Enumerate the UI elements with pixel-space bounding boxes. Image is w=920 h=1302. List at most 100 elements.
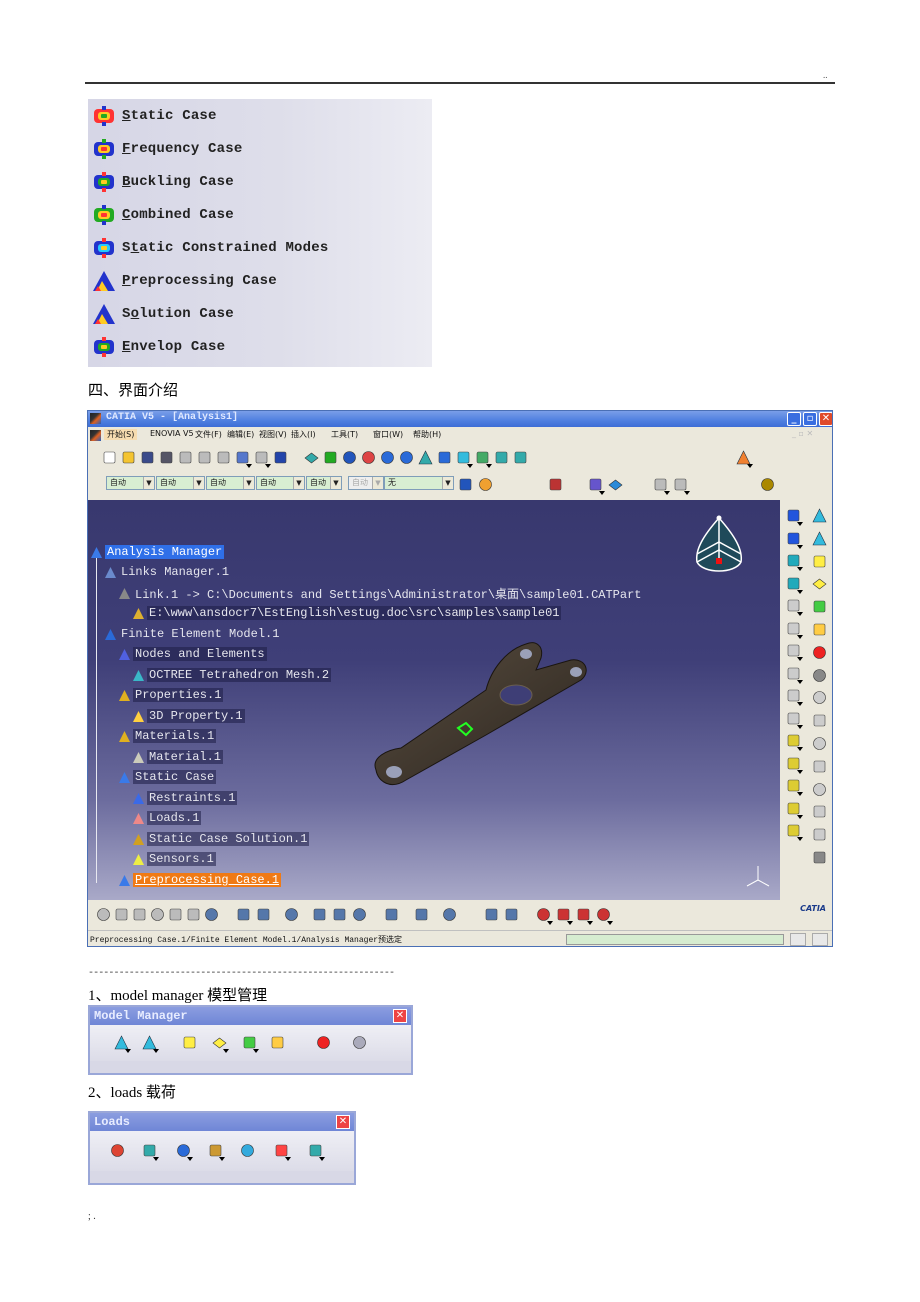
distance-icon[interactable] xyxy=(484,907,499,922)
swap-visible-icon[interactable] xyxy=(513,450,528,465)
enforced-displacement-icon[interactable] xyxy=(240,1143,255,1158)
chevron-down-icon[interactable]: ▼ xyxy=(143,477,154,489)
undo-icon[interactable] xyxy=(235,450,250,465)
dropdown-arrow-icon[interactable] xyxy=(219,1157,225,1161)
von-mises-icon[interactable] xyxy=(132,907,147,922)
fly-mode-icon[interactable] xyxy=(304,450,319,465)
dropdown-arrow-icon[interactable] xyxy=(285,1157,291,1161)
3d-property-icon[interactable] xyxy=(812,554,827,569)
dropdown-arrow-icon[interactable] xyxy=(265,464,271,468)
dropdown-arrow-icon[interactable] xyxy=(587,921,593,925)
temperature-field-icon[interactable] xyxy=(274,1143,289,1158)
command-input-field[interactable] xyxy=(566,934,784,945)
settings-icon[interactable] xyxy=(760,477,775,492)
info-icon[interactable] xyxy=(352,907,367,922)
calculator-icon[interactable] xyxy=(812,850,827,865)
compass-icon[interactable] xyxy=(691,514,747,576)
dropdown-arrow-icon[interactable] xyxy=(467,464,473,468)
chevron-down-icon[interactable]: ▼ xyxy=(372,477,383,489)
compute-icon[interactable] xyxy=(608,477,623,492)
tree-node[interactable]: Loads.1 xyxy=(132,809,202,827)
cut-icon[interactable] xyxy=(178,450,193,465)
case-menu-item[interactable]: Frequency Case xyxy=(90,132,242,165)
chevron-down-icon[interactable]: ▼ xyxy=(442,477,453,489)
deformation-icon[interactable] xyxy=(114,907,129,922)
tree-node[interactable]: E:\www\ansdocr7\EstEnglish\estug.doc\src… xyxy=(132,604,562,622)
line-force-icon[interactable] xyxy=(208,1143,223,1158)
dropdown-arrow-icon[interactable] xyxy=(797,522,803,526)
basic-analysis-icon[interactable] xyxy=(332,907,347,922)
moment-icon[interactable] xyxy=(176,1143,191,1158)
sensor-2-icon[interactable] xyxy=(673,477,688,492)
tree-node[interactable]: Static Case Solution.1 xyxy=(132,830,310,848)
3d-viewport[interactable]: Analysis Manager Links Manager.1 Link.1 ->… xyxy=(88,500,780,900)
normal-view-icon[interactable] xyxy=(418,450,433,465)
principal-stress-icon[interactable] xyxy=(168,907,183,922)
dropdown-arrow-icon[interactable] xyxy=(187,1157,193,1161)
multi-view-icon[interactable] xyxy=(437,450,452,465)
dropdown-arrow-icon[interactable] xyxy=(797,702,803,706)
animate-icon[interactable] xyxy=(204,907,219,922)
whats-this-icon[interactable] xyxy=(273,450,288,465)
apply-material-icon[interactable] xyxy=(536,907,551,922)
close-toolbar-button[interactable]: ✕ xyxy=(336,1115,350,1129)
bearing-icon[interactable] xyxy=(812,759,827,774)
connection-icon[interactable] xyxy=(786,643,801,658)
report-icon[interactable] xyxy=(284,907,299,922)
dropdown-arrow-icon[interactable] xyxy=(684,491,690,495)
mesh-part-icon[interactable] xyxy=(786,598,801,613)
tree-node[interactable]: Sensors.1 xyxy=(132,850,216,868)
close-toolbar-button[interactable]: ✕ xyxy=(393,1009,407,1023)
dropdown-arrow-icon[interactable] xyxy=(253,1049,259,1053)
color-apply-icon[interactable] xyxy=(478,477,493,492)
dropdown-arrow-icon[interactable] xyxy=(607,921,613,925)
dropdown-arrow-icon[interactable] xyxy=(797,769,803,774)
dropdown-arrow-icon[interactable] xyxy=(797,544,803,549)
catalog-icon[interactable] xyxy=(548,477,563,492)
tree-node[interactable]: Nodes and Elements xyxy=(118,645,267,663)
chevron-down-icon[interactable]: ▼ xyxy=(293,477,304,489)
dropdown-arrow-icon[interactable] xyxy=(567,921,573,925)
tree-node[interactable]: Restraints.1 xyxy=(132,789,238,807)
dropdown-arrow-icon[interactable] xyxy=(599,491,605,495)
case-menu-item[interactable]: Envelop Case xyxy=(90,330,225,363)
clamp-icon[interactable] xyxy=(786,733,801,748)
dropdown-arrow-icon[interactable] xyxy=(797,567,803,571)
dropdown-arrow-icon[interactable] xyxy=(153,1157,159,1161)
beam-property-icon[interactable] xyxy=(812,599,827,614)
translational-icon[interactable] xyxy=(150,907,165,922)
zoom-in-icon[interactable] xyxy=(380,450,395,465)
tree-node[interactable]: Static Case xyxy=(118,768,217,786)
dropdown-arrow-icon[interactable] xyxy=(486,464,492,468)
property-combo[interactable]: 自动 ▼ xyxy=(156,476,205,490)
dropdown-arrow-icon[interactable] xyxy=(797,792,803,796)
dropdown-arrow-icon[interactable] xyxy=(797,814,803,819)
dropdown-arrow-icon[interactable] xyxy=(547,921,553,925)
rotate-icon[interactable] xyxy=(361,450,376,465)
inertia-icon[interactable] xyxy=(576,907,591,922)
dropdown-arrow-icon[interactable] xyxy=(747,464,753,468)
dropdown-arrow-icon[interactable] xyxy=(223,1049,229,1053)
image-layout-icon[interactable] xyxy=(414,907,429,922)
hide-show-icon[interactable] xyxy=(494,450,509,465)
part-model[interactable] xyxy=(366,630,596,800)
dropdown-arrow-icon[interactable] xyxy=(664,491,670,495)
sensor-report-icon[interactable] xyxy=(312,907,327,922)
fit-all-icon[interactable] xyxy=(323,450,338,465)
tree-node[interactable]: Link.1 -> C:\Documents and Settings\Admi… xyxy=(118,584,643,602)
menu-item[interactable]: ENOVIA V5 xyxy=(150,429,194,438)
tree-node[interactable]: Preprocessing Case.1 xyxy=(118,871,282,889)
dropdown-arrow-icon[interactable] xyxy=(797,747,803,751)
analysis-icon[interactable] xyxy=(588,477,603,492)
open-icon[interactable] xyxy=(121,450,136,465)
menu-item[interactable]: 帮助(H) xyxy=(413,429,441,440)
case-menu-item[interactable]: Static Constrained Modes xyxy=(90,231,328,264)
imported-property-icon[interactable] xyxy=(270,1035,285,1050)
tree-node[interactable]: Analysis Manager xyxy=(90,543,225,561)
dropdown-arrow-icon[interactable] xyxy=(797,724,803,729)
menu-item[interactable]: 编辑(E) xyxy=(227,429,254,440)
dropdown-arrow-icon[interactable] xyxy=(797,837,803,841)
dropdown-arrow-icon[interactable] xyxy=(319,1157,325,1161)
user-material-icon[interactable] xyxy=(812,668,827,683)
model-checker-icon[interactable] xyxy=(316,1035,331,1050)
